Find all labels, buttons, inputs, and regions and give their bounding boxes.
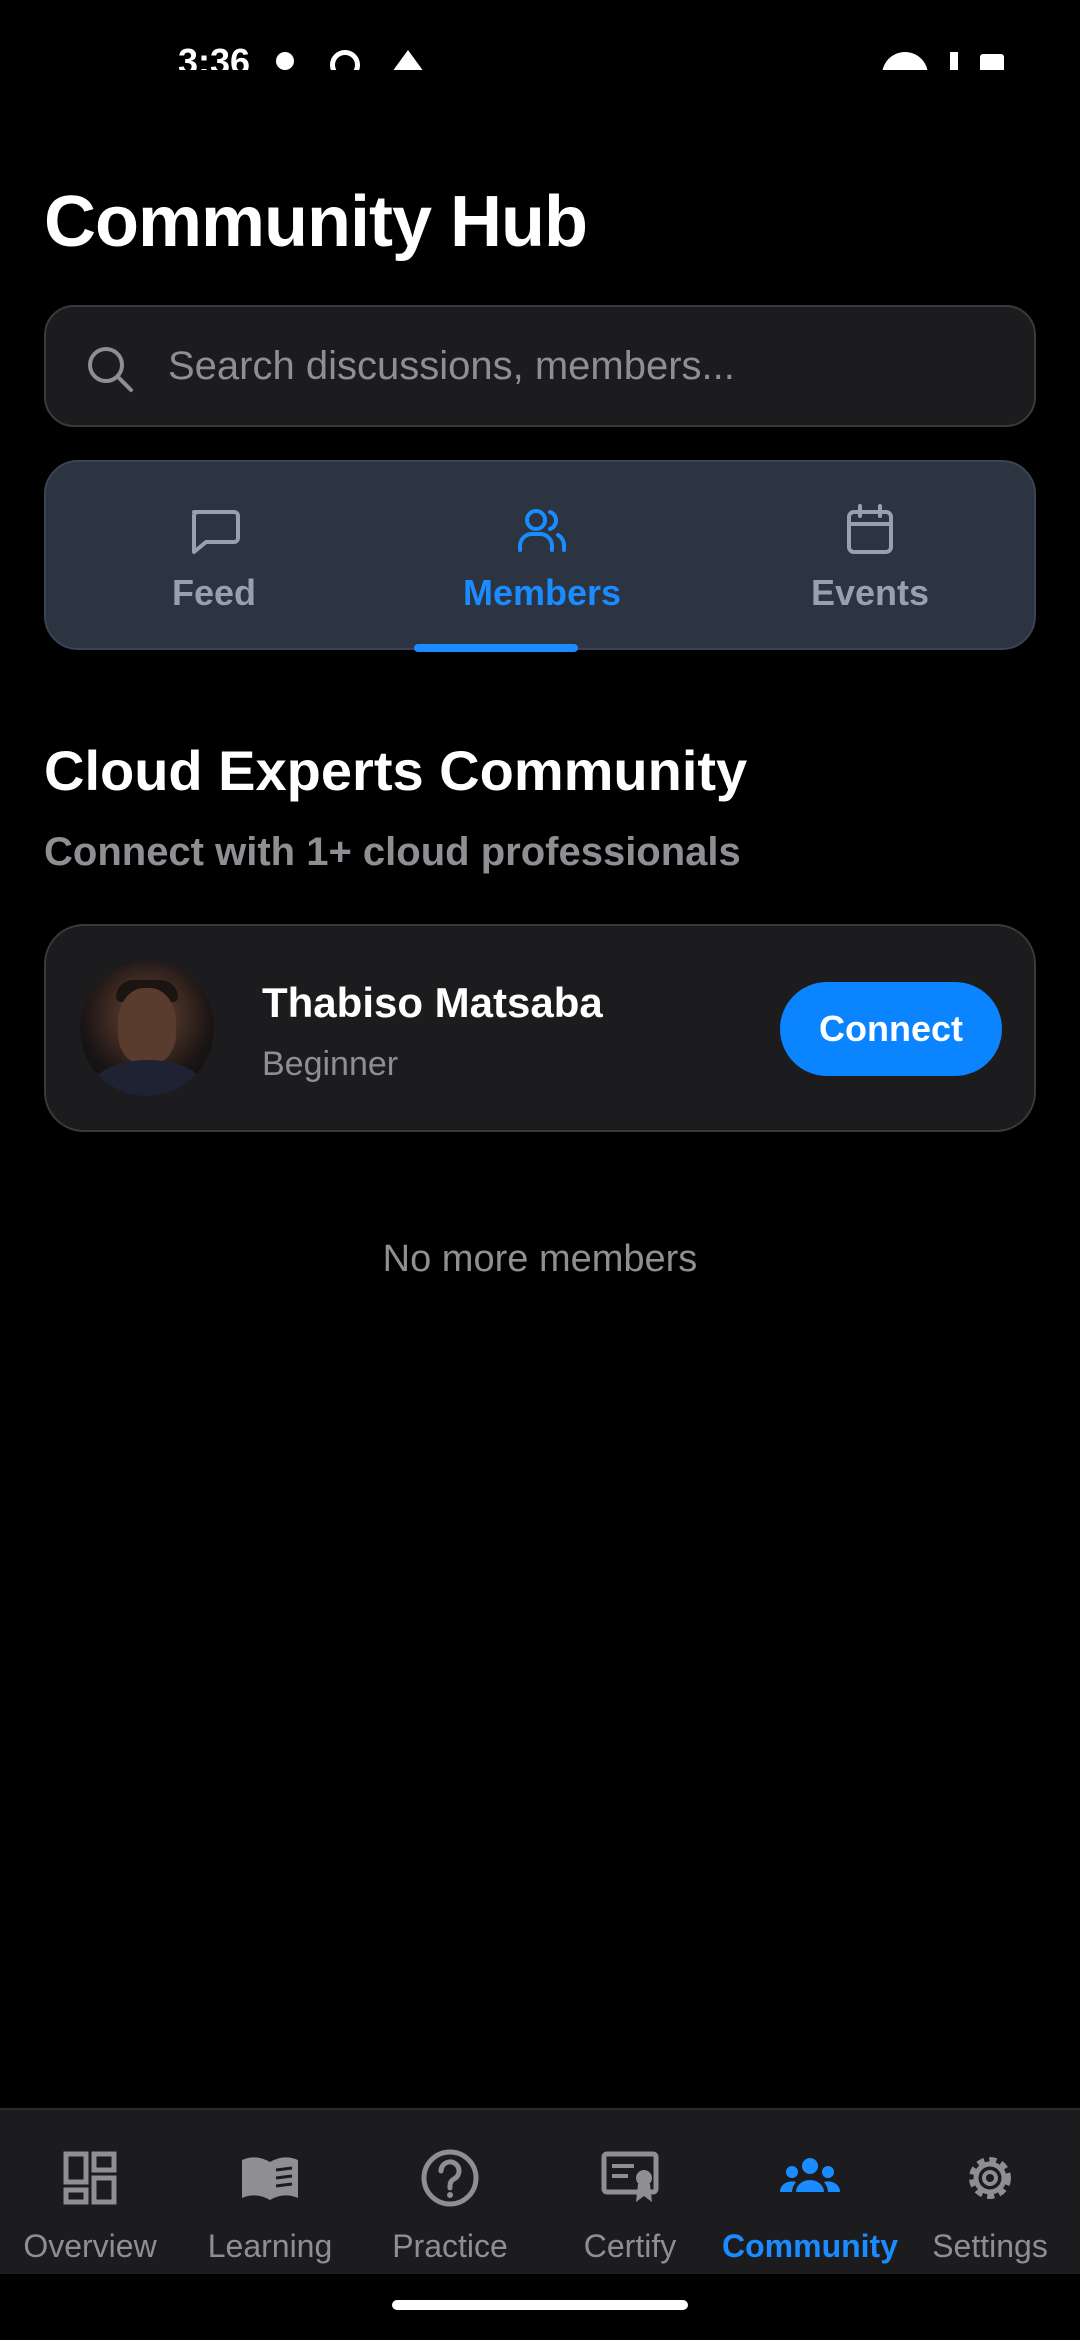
member-name[interactable]: Thabiso Matsaba: [262, 978, 603, 1028]
tab-events-label: Events: [810, 572, 930, 613]
message-square-icon: [192, 510, 240, 554]
dashboard-icon: [63, 2151, 117, 2205]
nav-certify[interactable]: Certify: [540, 2110, 720, 2276]
page-title: Community Hub: [44, 182, 588, 262]
tab-members[interactable]: Members: [382, 462, 702, 648]
connect-button[interactable]: Connect: [780, 982, 1002, 1076]
nav-overview[interactable]: Overview: [0, 2110, 180, 2276]
nav-community[interactable]: Community: [720, 2110, 900, 2276]
status-bar: 3:36: [0, 0, 1080, 70]
search-input[interactable]: [168, 307, 1008, 425]
community-tabs: Feed Members Events: [44, 460, 1036, 650]
avatar[interactable]: [80, 962, 214, 1096]
notification-dot-icon: [276, 52, 294, 70]
home-indicator[interactable]: [392, 2300, 688, 2310]
group-icon: [779, 2158, 841, 2192]
tab-events[interactable]: Events: [710, 462, 1030, 648]
active-tab-indicator: [414, 644, 578, 652]
nav-community-label: Community: [722, 2228, 898, 2264]
nav-practice-label: Practice: [392, 2228, 508, 2264]
tab-feed-label: Feed: [171, 572, 257, 613]
users-icon: [518, 509, 566, 552]
member-level: Beginner: [262, 1045, 399, 1083]
battery-icon: [980, 54, 1004, 70]
nav-learning-label: Learning: [207, 2228, 333, 2264]
settings-status-icon: [330, 50, 360, 70]
bottom-navigation: Overview Learning Practice Certify Commu…: [0, 2108, 1080, 2274]
wifi-icon: [882, 52, 928, 70]
nav-learning[interactable]: Learning: [180, 2110, 360, 2276]
nav-overview-label: Overview: [23, 2228, 157, 2264]
signal-icon: [950, 52, 958, 70]
certificate-icon: [601, 2151, 659, 2202]
community-hub-screen: 3:36 Community Hub Feed: [0, 0, 1080, 2340]
search-icon: [88, 347, 133, 392]
section-subtitle: Connect with 1+ cloud professionals: [44, 830, 741, 874]
help-circle-icon: [421, 2149, 479, 2207]
status-time: 3:36: [178, 41, 251, 71]
book-open-icon: [242, 2157, 298, 2200]
gear-icon: [969, 2157, 1011, 2199]
nav-settings[interactable]: Settings: [900, 2110, 1080, 2276]
section-title: Cloud Experts Community: [44, 739, 748, 802]
nav-settings-label: Settings: [932, 2228, 1048, 2264]
calendar-icon: [847, 504, 893, 554]
search-box[interactable]: [44, 305, 1036, 427]
tab-feed[interactable]: Feed: [54, 462, 374, 648]
navigation-status-icon: [392, 50, 424, 70]
member-card[interactable]: Thabiso Matsaba Beginner Connect: [44, 924, 1036, 1132]
nav-practice[interactable]: Practice: [360, 2110, 540, 2276]
empty-state-text: No more members: [382, 1238, 698, 1280]
nav-certify-label: Certify: [583, 2228, 677, 2264]
tab-members-label: Members: [462, 572, 622, 613]
